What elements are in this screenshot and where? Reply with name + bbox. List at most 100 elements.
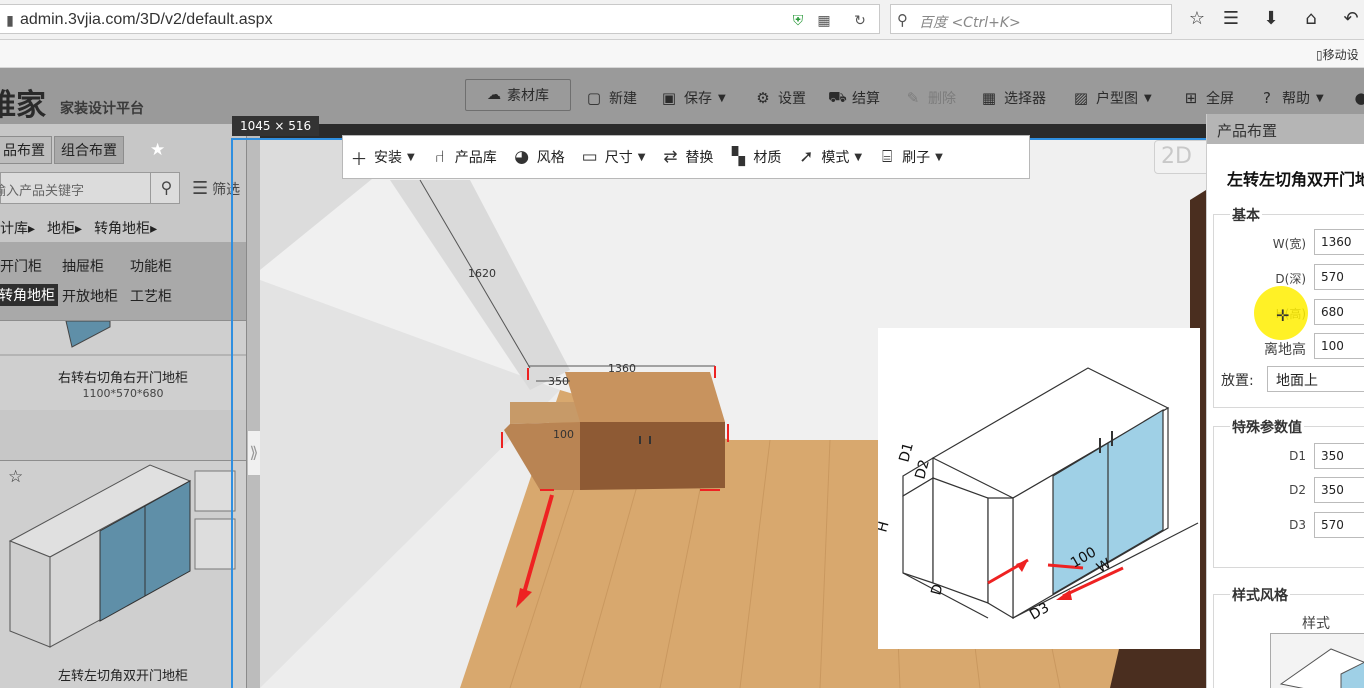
logo: 维家 xyxy=(0,88,46,123)
size-button[interactable]: ▭ 尺寸 ▼ xyxy=(580,147,646,167)
settings-button[interactable]: ⚙ 设置 xyxy=(754,86,806,110)
product-search-button[interactable]: ⚲ xyxy=(150,172,182,204)
undo-icon[interactable]: ↶ xyxy=(1340,8,1362,29)
product-card[interactable]: 右转右切角右开门地柜 1100*570*680 xyxy=(0,320,246,410)
replace-button[interactable]: ⇄ 替换 xyxy=(660,147,713,167)
breadcrumb-item[interactable]: 地柜▸ xyxy=(47,218,82,238)
search-icon: ⚲ xyxy=(897,11,908,29)
download-icon[interactable]: ⬇ xyxy=(1260,8,1282,29)
fullscreen-button[interactable]: ⊞ 全屏 xyxy=(1182,86,1234,110)
new-button[interactable]: ▢ 新建 xyxy=(585,86,637,110)
save-button[interactable]: ▣ 保存 ▼ xyxy=(660,86,726,110)
diagram-label-h: H xyxy=(878,520,893,534)
page-icon: ▮ xyxy=(6,13,14,29)
checker-icon: ▚ xyxy=(731,147,745,167)
chair-icon: ⑁ xyxy=(434,147,445,167)
category-function[interactable]: 功能柜 xyxy=(130,256,172,276)
brush-button[interactable]: ⌸ 刷子 ▼ xyxy=(877,147,943,167)
left-tabs: 品布置 组合布置 ★ xyxy=(0,136,246,164)
chevron-down-icon: ▼ xyxy=(1316,92,1324,104)
help-button[interactable]: ? 帮助 ▼ xyxy=(1258,86,1324,110)
reading-list-icon[interactable]: ☰ xyxy=(1220,8,1242,29)
category-craft[interactable]: 工艺柜 xyxy=(130,286,172,306)
d1-label: D1 xyxy=(1289,449,1306,463)
property-panel: 产品布置 左转左切角双开门地 基本 W(宽) 1360 D(深) 570 H(高… xyxy=(1206,114,1364,688)
collapse-handle[interactable]: ⟫ xyxy=(247,430,261,476)
star-icon[interactable]: ☆ xyxy=(1186,8,1208,29)
d2-input[interactable]: 350 xyxy=(1314,477,1364,503)
panel-splitter[interactable]: ⟫ xyxy=(246,124,261,688)
height-input[interactable]: 680 xyxy=(1314,299,1364,325)
dimension-width: 1360 xyxy=(608,362,636,375)
breadcrumb-item[interactable]: 计库▸ xyxy=(0,218,35,238)
selector-button[interactable]: ▦ 选择器 xyxy=(980,86,1046,110)
shield-icon[interactable]: ⛨ xyxy=(790,13,806,29)
category-corner[interactable]: 转角地柜 xyxy=(0,284,58,306)
style-button[interactable]: ◕ 风格 xyxy=(512,147,564,167)
checkout-button[interactable]: ⛟ 结算 xyxy=(828,86,880,110)
browser-toolbar: ▮ admin.3vjia.com/3D/v2/default.aspx ⛨ ▦… xyxy=(0,0,1364,40)
placement-select[interactable]: 地面上 xyxy=(1267,366,1364,392)
crosshair-cursor-icon: ✛ xyxy=(1276,306,1290,325)
tab-product-layout[interactable]: 品布置 xyxy=(0,136,52,164)
depth-input[interactable]: 570 xyxy=(1314,264,1364,290)
qr-code-icon[interactable]: ▦ xyxy=(816,13,832,29)
category-drawer[interactable]: 抽屉柜 xyxy=(62,256,104,276)
grid-icon: ▦ xyxy=(981,89,997,107)
viewport-toolbar: ＋安装 ▼ ⑁ 产品库 ◕ 风格 ▭ 尺寸 ▼ ⇄ 替换 ▚ 材质 ➚ 模式 ▼ ⌸ 刷子 ▼ xyxy=(342,135,1030,179)
material-library-button[interactable]: ☁ 素材库 xyxy=(465,79,571,111)
product-card[interactable]: ☆ 左转左切角双开门地柜 xyxy=(0,460,246,688)
breadcrumb-item[interactable]: 转角地柜▸ xyxy=(94,218,157,238)
product-library-button[interactable]: ⑁ 产品库 xyxy=(430,147,497,167)
product-thumbnail xyxy=(8,464,236,648)
floor-height-label: 离地高 xyxy=(1264,342,1306,358)
category-list: 开门柜 抽屉柜 功能柜 转角地柜 开放地柜 工艺柜 xyxy=(0,242,246,320)
d3-input[interactable]: 570 xyxy=(1314,512,1364,538)
chevron-down-icon: ▼ xyxy=(718,92,726,104)
filter-button[interactable]: ☰ 筛选 xyxy=(192,178,240,199)
user-icon[interactable]: ● xyxy=(1352,86,1364,110)
home-icon[interactable]: ⌂ xyxy=(1300,8,1322,29)
floppy-icon: ▣ xyxy=(661,89,677,107)
product-title: 左转左切角双开门地 xyxy=(1227,170,1364,189)
floorplan-button[interactable]: ▨ 户型图 ▼ xyxy=(1072,86,1152,110)
viewport-size-tag: 1045 × 516 xyxy=(232,116,320,136)
favorites-star-icon[interactable]: ★ xyxy=(150,140,165,160)
material-button[interactable]: ▚ 材质 xyxy=(728,147,782,167)
width-input[interactable]: 1360 xyxy=(1314,229,1364,255)
style-thumbnail[interactable] xyxy=(1270,633,1364,688)
dimension-d1: 350 xyxy=(548,375,569,388)
eraser-icon: ✎ xyxy=(906,89,920,107)
bookmark-bar: ▯移动设 xyxy=(0,40,1364,68)
category-open[interactable]: 开放地柜 xyxy=(62,286,118,306)
plus-icon: ＋ xyxy=(350,149,368,170)
property-panel-header: 产品布置 xyxy=(1207,114,1364,144)
dimension-offset: 100 xyxy=(553,428,574,441)
reload-icon[interactable]: ↻ xyxy=(852,13,868,29)
install-button[interactable]: ＋安装 ▼ xyxy=(349,145,415,170)
d1-input[interactable]: 350 xyxy=(1314,443,1364,469)
chevron-down-icon: ▼ xyxy=(407,151,415,163)
chevron-down-icon: ▼ xyxy=(935,151,943,163)
product-thumbnail xyxy=(0,320,246,356)
dimension-height: 1620 xyxy=(468,267,496,280)
mode-button[interactable]: ➚ 模式 ▼ xyxy=(796,147,862,167)
category-open-door[interactable]: 开门柜 xyxy=(0,256,42,276)
address-bar[interactable]: ▮ admin.3vjia.com/3D/v2/default.aspx ⛨ ▦… xyxy=(0,4,880,34)
delete-button[interactable]: ✎ 删除 xyxy=(904,86,956,110)
url-text: admin.3vjia.com/3D/v2/default.aspx xyxy=(20,11,273,28)
cart-icon: ⛟ xyxy=(828,88,847,106)
view-2d-toggle[interactable]: 2D xyxy=(1154,140,1210,174)
swap-icon: ⇄ xyxy=(663,147,678,167)
special-params-legend: 特殊参数值 xyxy=(1230,417,1304,437)
chevron-down-icon: ▼ xyxy=(854,151,863,163)
product-size: 1100*570*680 xyxy=(82,387,164,400)
floor-height-input[interactable]: 100 xyxy=(1314,333,1364,359)
app-header: 维家 家装设计平台 ☁ 素材库 ▢ 新建 ▣ 保存 ▼ ⚙ 设置 ⛟ 结算 ✎ 删除 ▦ 选择… xyxy=(0,68,1364,124)
browser-search-box[interactable]: ⚲ 百度 <Ctrl+K> xyxy=(890,4,1172,34)
browser-search-placeholder: 百度 <Ctrl+K> xyxy=(919,15,1021,31)
gear-icon: ⚙ xyxy=(756,89,770,107)
mobile-bookmark[interactable]: ▯移动设 xyxy=(1316,46,1359,63)
brush-icon: ⌸ xyxy=(882,147,893,167)
tab-group-layout[interactable]: 组合布置 xyxy=(54,136,124,164)
